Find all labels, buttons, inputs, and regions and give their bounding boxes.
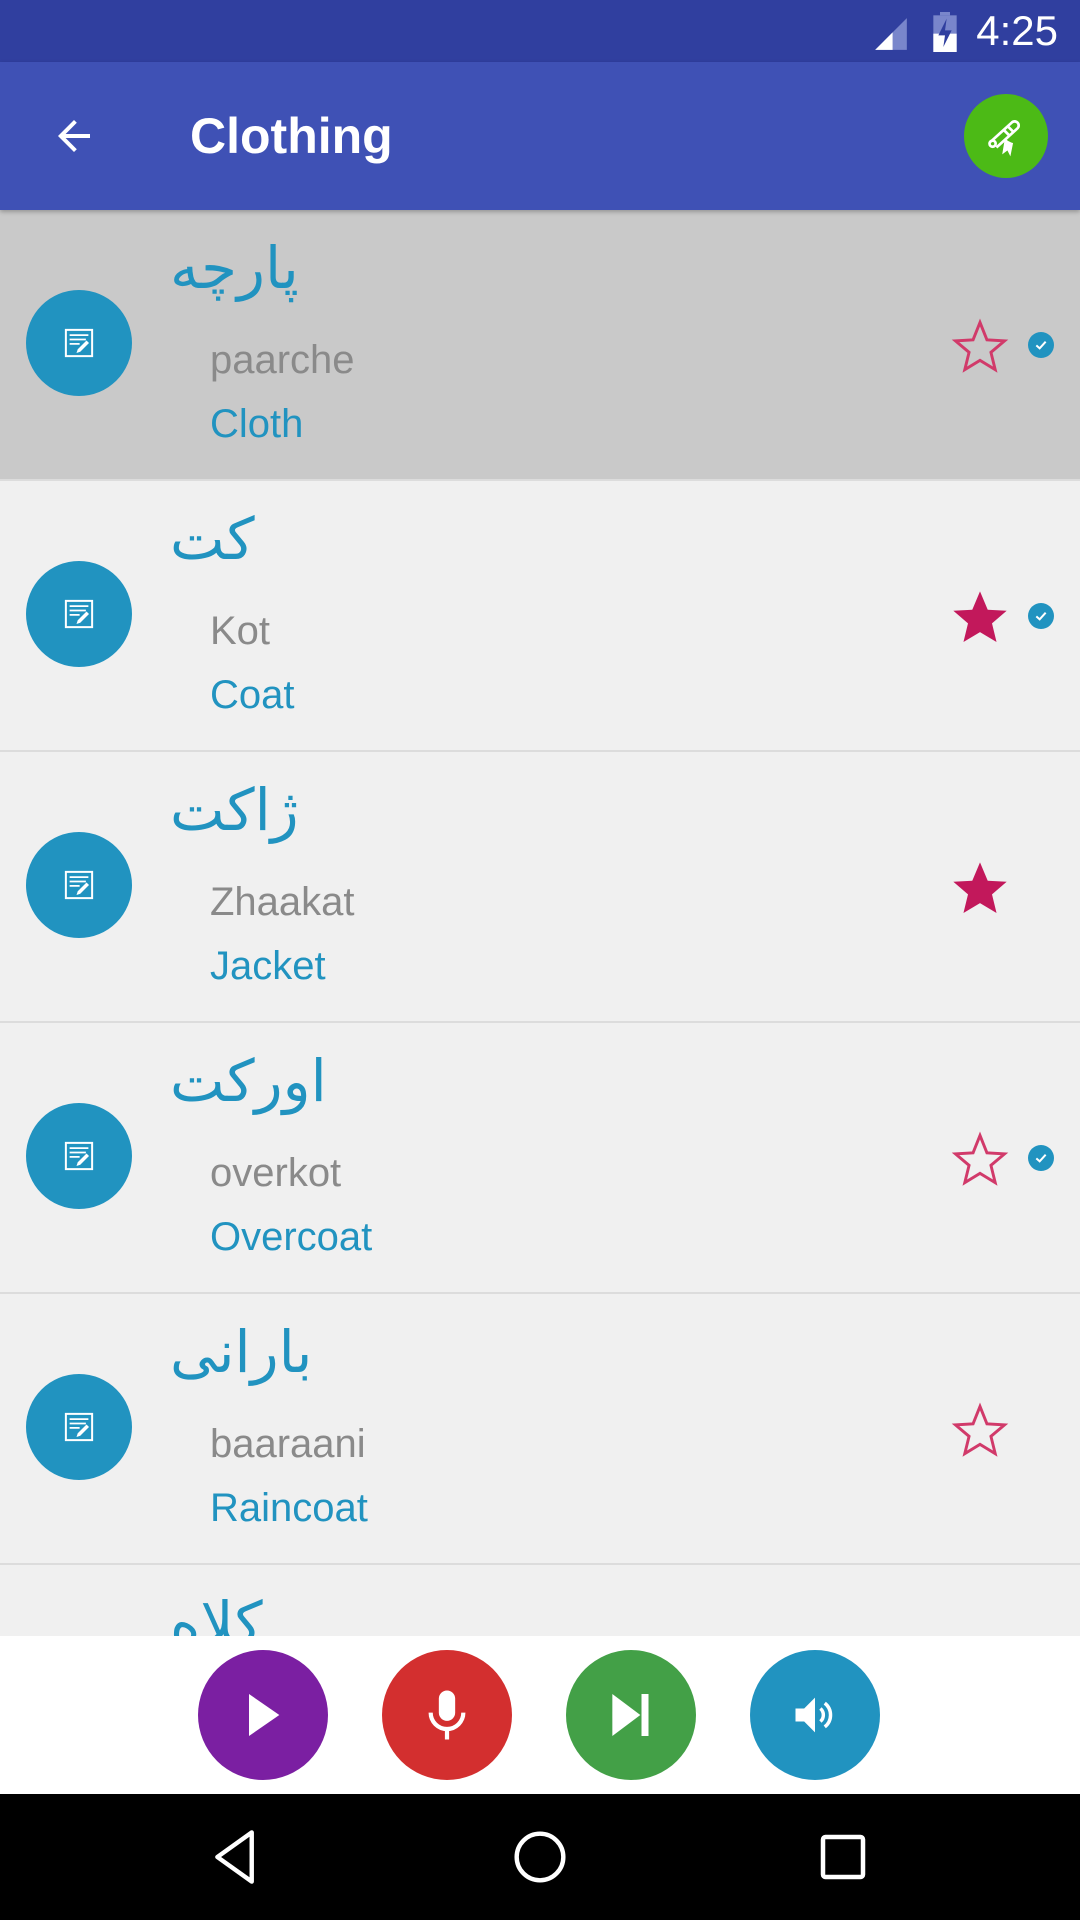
microphone-icon [428, 1690, 466, 1740]
volume-icon [795, 1697, 833, 1733]
native-word: اورکت [170, 1047, 327, 1115]
star-filled-icon[interactable] [946, 586, 1014, 650]
system-nav-bar [0, 1794, 1080, 1920]
playback-controls [0, 1636, 1080, 1794]
native-word: بارانی [170, 1318, 313, 1386]
record-button[interactable] [382, 1650, 512, 1780]
word-list[interactable]: پارچه paarche Cloth کت Kot Coat ژاکت Zha… [0, 210, 1080, 1636]
edit-note-icon [64, 599, 94, 629]
cell-signal-icon [875, 18, 908, 50]
system-recents-button[interactable] [808, 1822, 878, 1892]
learned-check-badge [1028, 1145, 1054, 1171]
english-translation: Overcoat [210, 1215, 373, 1259]
status-bar: 4:25 [0, 0, 1080, 62]
home-circle-icon [514, 1831, 566, 1883]
english-translation: Jacket [210, 944, 326, 988]
edit-note-button[interactable] [26, 1103, 132, 1209]
star-outline-icon[interactable] [946, 1128, 1014, 1192]
skip-next-icon [612, 1694, 649, 1736]
edit-note-button[interactable] [26, 1374, 132, 1480]
page-title: Clothing [190, 108, 393, 164]
system-home-button[interactable] [505, 1822, 575, 1892]
speaker-button[interactable] [750, 1650, 880, 1780]
check-icon [1035, 1153, 1047, 1163]
learned-check-badge [1028, 332, 1054, 358]
transliteration: paarche [210, 338, 355, 382]
word-row[interactable]: ژاکت Zhaakat Jacket [0, 752, 1080, 1023]
system-back-button[interactable] [202, 1822, 272, 1892]
back-button[interactable] [36, 98, 112, 174]
english-translation: Raincoat [210, 1486, 368, 1530]
arrow-left-icon [58, 120, 90, 152]
clock: 4:25 [976, 7, 1058, 54]
learned-check-badge [1028, 603, 1054, 629]
check-icon [1035, 611, 1047, 621]
play-button[interactable] [198, 1650, 328, 1780]
star-outline-icon[interactable] [946, 315, 1014, 379]
check-icon [1035, 340, 1047, 350]
edit-note-icon [64, 328, 94, 358]
native-word: کت [170, 505, 255, 573]
next-button[interactable] [566, 1650, 696, 1780]
battery-charging-icon [933, 12, 957, 52]
star-filled-icon[interactable] [946, 857, 1014, 921]
word-row[interactable]: پارچه paarche Cloth [0, 210, 1080, 481]
app-bar: Clothing [0, 62, 1080, 210]
word-row[interactable]: بارانی baaraani Raincoat [0, 1294, 1080, 1565]
transliteration: baaraani [210, 1422, 366, 1466]
transliteration: overkot [210, 1151, 342, 1195]
native-word: کلاه [170, 1589, 263, 1636]
transliteration: Zhaakat [210, 880, 355, 924]
edit-note-button[interactable] [26, 290, 132, 396]
native-word: ژاکت [170, 776, 299, 844]
edit-note-button[interactable] [26, 561, 132, 667]
word-row[interactable]: کلاه [0, 1565, 1080, 1636]
word-row[interactable]: اورکت overkot Overcoat [0, 1023, 1080, 1294]
edit-note-button[interactable] [26, 832, 132, 938]
edit-note-icon [64, 1412, 94, 1442]
word-row[interactable]: کت Kot Coat [0, 481, 1080, 752]
recents-square-icon [820, 1834, 866, 1880]
diploma-scroll-icon [988, 120, 1021, 157]
edit-note-icon [64, 870, 94, 900]
english-translation: Coat [210, 673, 295, 717]
transliteration: Kot [210, 609, 271, 653]
edit-note-icon [64, 1141, 94, 1171]
back-triangle-icon [215, 1830, 254, 1884]
english-translation: Cloth [210, 402, 304, 446]
star-outline-icon[interactable] [946, 1399, 1014, 1463]
play-icon [249, 1694, 280, 1736]
achievements-button[interactable] [964, 94, 1048, 178]
native-word: پارچه [170, 234, 299, 302]
